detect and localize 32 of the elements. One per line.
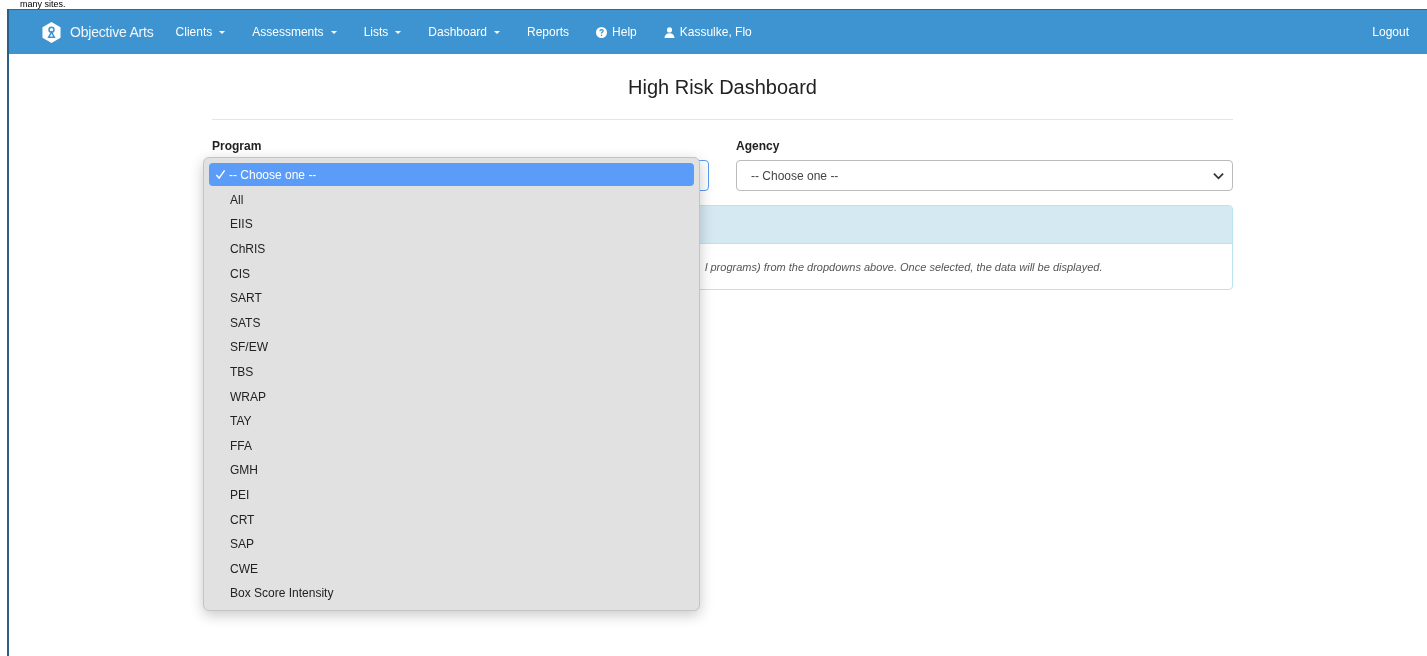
menu-option[interactable]: TBS: [209, 359, 694, 385]
menu-option[interactable]: CWE: [209, 556, 694, 582]
menu-option[interactable]: Box Score Intensity: [209, 581, 694, 606]
field-label: Program: [212, 139, 263, 153]
menu-option[interactable]: PEI: [209, 482, 694, 508]
help-icon: [596, 26, 608, 38]
field-label: Agency: [736, 139, 781, 153]
menu-option[interactable]: SAP: [209, 531, 694, 557]
menu-option[interactable]: WRAP: [209, 384, 694, 409]
checkmark-icon: [215, 169, 226, 180]
menu-option[interactable]: CRT: [209, 507, 694, 532]
info-text: l programs) from the dropdowns above. Once selected, the data will be displayed.: [705, 260, 1103, 273]
caption-text: many sites.: [19, 0, 67, 9]
menu-option[interactable]: CIS: [209, 261, 694, 286]
user-icon: [663, 26, 675, 38]
menu-option[interactable]: SART: [209, 285, 694, 311]
caret-icon: [395, 30, 402, 34]
menu-option[interactable]: GMH: [209, 458, 694, 483]
page-title: High Risk Dashboard: [627, 75, 818, 99]
chevron-down-icon: [1213, 171, 1224, 180]
menu-option[interactable]: EIIS: [209, 212, 694, 237]
menu-option[interactable]: ChRIS: [209, 236, 694, 262]
menu-option[interactable]: FFA: [209, 433, 694, 459]
menu-option[interactable]: SATS: [209, 310, 694, 336]
menu-option[interactable]: SF/EW: [209, 335, 694, 360]
menu-option[interactable]: TAY: [209, 408, 694, 434]
caret-icon: [494, 30, 501, 34]
menu-option[interactable]: All: [209, 187, 694, 213]
select-field[interactable]: -- Choose one --: [736, 160, 1233, 191]
logo-icon: [42, 21, 61, 43]
caret-icon: [219, 30, 226, 34]
caret-icon: [330, 30, 337, 34]
